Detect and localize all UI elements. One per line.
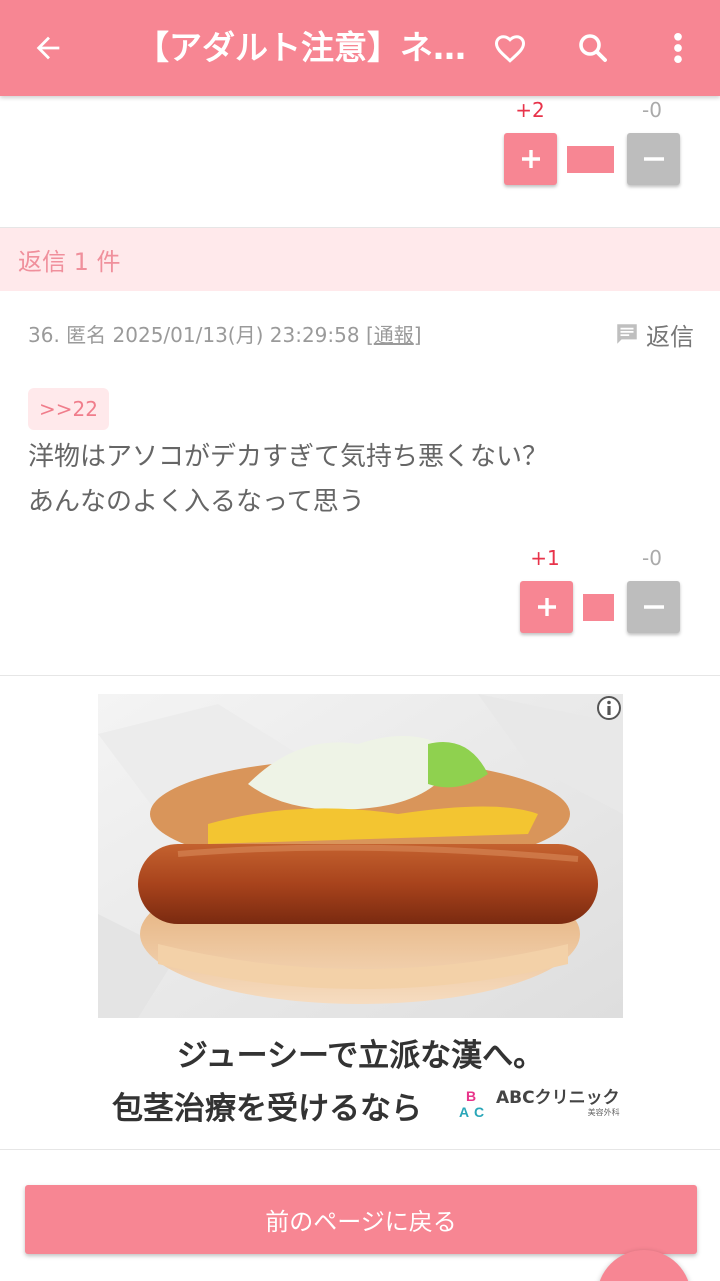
- back-arrow-icon[interactable]: [22, 22, 74, 74]
- ad-caption-line-1: ジューシーで立派な漢へ。: [176, 1038, 545, 1074]
- comment-body-line-2: あんなのよく入るなって思う: [28, 487, 365, 517]
- minus-icon: [643, 605, 664, 609]
- divider: [0, 1149, 720, 1150]
- comment-meta-prefix: 36. 匿名 2025/01/13(月) 23:29:58 [: [28, 323, 374, 347]
- reply-count-label: 返信 1 件: [18, 248, 121, 276]
- comment-icon: [617, 324, 637, 344]
- ad-caption-line-2: 包茎治療を受けるなら: [112, 1091, 422, 1127]
- info-icon[interactable]: [595, 694, 623, 722]
- report-link[interactable]: 通報: [374, 323, 414, 347]
- plus-vote-button[interactable]: [520, 581, 573, 633]
- minus-count: -0: [642, 98, 662, 122]
- minus-count: -0: [642, 546, 662, 570]
- abc-logo-icon: B A C: [459, 1088, 484, 1120]
- plus-icon: [521, 150, 540, 168]
- reply-button[interactable]: 返信: [614, 316, 694, 352]
- minus-vote-button[interactable]: [627, 133, 680, 185]
- floating-action-button[interactable]: [597, 1250, 691, 1281]
- app-bar: 【アダルト注意】ネ…: [0, 0, 720, 96]
- comment-body-line-1: 洋物はアソコがデカすぎて気持ち悪くない？: [28, 442, 549, 472]
- anchor-link[interactable]: >>22: [28, 388, 109, 430]
- svg-text:A: A: [459, 1104, 469, 1120]
- ad-brand-name: ABCクリニック: [496, 1088, 620, 1108]
- divider: [0, 675, 720, 676]
- minus-icon: [643, 157, 664, 161]
- heart-icon[interactable]: [484, 22, 536, 74]
- ad-banner[interactable]: ジューシーで立派な漢へ。 包茎治療を受けるなら B A C ABCクリニック 美…: [98, 694, 623, 1131]
- more-vert-icon[interactable]: [652, 22, 704, 74]
- vote-ratio-bar: [567, 146, 614, 173]
- comment-meta-suffix: ]: [413, 323, 422, 347]
- minus-vote-button[interactable]: [627, 581, 680, 633]
- ad-hotdog-image: [98, 694, 623, 1018]
- svg-text:C: C: [474, 1104, 484, 1120]
- svg-text:B: B: [466, 1088, 476, 1104]
- search-icon[interactable]: [567, 22, 619, 74]
- back-to-previous-page-button[interactable]: 前のページに戻る: [25, 1185, 697, 1254]
- plus-icon: [537, 598, 556, 616]
- ad-brand-sub: 美容外科: [587, 1108, 620, 1117]
- plus-vote-button[interactable]: [504, 133, 557, 185]
- plus-count: +2: [515, 98, 545, 122]
- reply-label: 返信: [646, 322, 694, 351]
- plus-count: +1: [530, 546, 560, 570]
- reply-count-band: 返信 1 件: [0, 228, 720, 291]
- vote-ratio-bar: [583, 594, 614, 621]
- page-title: 【アダルト注意】ネ…: [136, 28, 466, 67]
- comment-meta: 36. 匿名 2025/01/13(月) 23:29:58 [通報]: [28, 319, 422, 348]
- ad-brand: B A C ABCクリニック 美容外科: [458, 1086, 620, 1122]
